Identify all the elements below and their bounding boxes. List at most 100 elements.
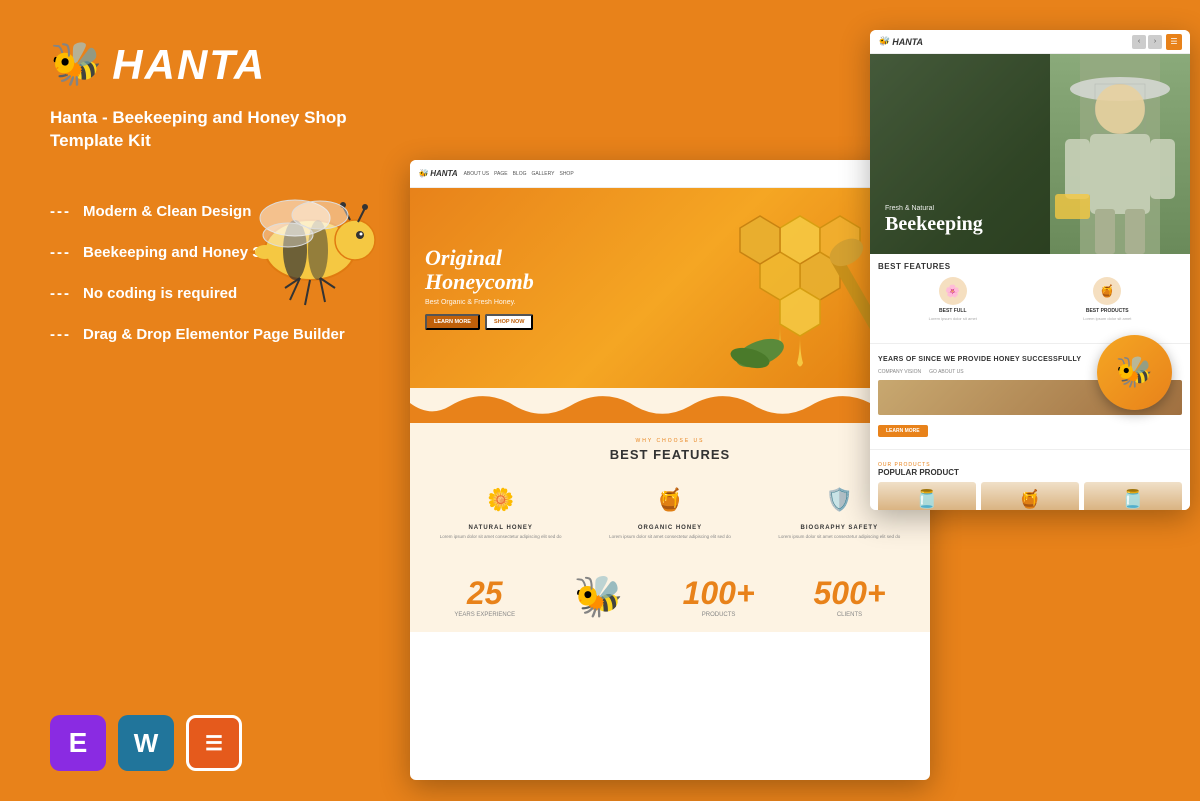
wordpress-icon: W <box>134 728 159 759</box>
screenshot-secondary: 🐝 HANTA ‹ › ☰ <box>870 30 1190 510</box>
feature-dash: --- <box>50 285 71 302</box>
ss-products-section: OUR PRODUCTS POPULAR PRODUCT 🫙 BLACK GIN… <box>870 456 1190 510</box>
ms-hero-buttons: LEARN MORE SHOP NOW <box>425 314 534 330</box>
ss-learn-button[interactable]: LEARN MORE <box>878 425 928 437</box>
ss-nav-logo: 🐝 HANTA <box>878 36 923 47</box>
ms-feature-name-2: ORGANIC HONEY <box>593 525 746 531</box>
right-panel: 🐝 HANTA ‹ › ☰ <box>390 0 1200 801</box>
ms-nav-link-4[interactable]: GALLERY <box>532 171 555 177</box>
ms-feature-card-1: 🌼 NATURAL HONEY Lorem ipsum dolor sit am… <box>420 474 581 546</box>
elementor-badge: E <box>50 715 106 771</box>
ms-stat-2: 100+ PRODUCTS <box>683 575 755 618</box>
ss-products-title: POPULAR PRODUCT <box>878 468 1182 477</box>
ss-feature-desc-1: Lorem ipsum dolor sit amet <box>878 316 1028 321</box>
prev-arrow[interactable]: ‹ <box>1132 35 1146 49</box>
ss-section-title: BEST FEATURES <box>878 262 1182 271</box>
ss-navbar: 🐝 HANTA ‹ › ☰ <box>870 30 1190 54</box>
ms-stat-bee: 🐝 <box>574 573 624 620</box>
ss-products-grid: 🫙 BLACK GINGER HONEY 🍯 CLASSIC HONEY 🫙 O… <box>878 482 1182 510</box>
feature-item: --- Drag & Drop Elementor Page Builder <box>50 326 350 343</box>
ms-feature-icon-2: 🍯 <box>650 480 690 520</box>
ms-feature-icon-3: 🛡️ <box>819 480 859 520</box>
logo-text: HANTA <box>112 41 266 89</box>
bee-illustration <box>210 150 410 320</box>
ms-nav-link-2[interactable]: PAGE <box>494 171 508 177</box>
next-arrow[interactable]: › <box>1148 35 1162 49</box>
feature-dash: --- <box>50 203 71 220</box>
ss-product-card-1: 🫙 BLACK GINGER HONEY <box>878 482 976 510</box>
ss-link-2[interactable]: GO ABOUT US <box>929 369 963 375</box>
ms-features-grid: 🌼 NATURAL HONEY Lorem ipsum dolor sit am… <box>420 474 920 546</box>
ss-feature-item: 🌸 BEST FULL Lorem ipsum dolor sit amet <box>878 277 1028 321</box>
ss-divider-2 <box>870 449 1190 450</box>
ms-stat-label-3: CLIENTS <box>813 612 885 618</box>
ss-feature-icon-1: 🌸 <box>939 277 967 305</box>
ss-feature-icon-2: 🍯 <box>1093 277 1121 305</box>
ms-stat-number-1: 25 <box>454 575 515 612</box>
left-panel: 🐝 HANTA Hanta - Beekeeping and Honey Sho… <box>0 0 390 801</box>
ss-features-grid: 🌸 BEST FULL Lorem ipsum dolor sit amet 🍯… <box>878 277 1182 321</box>
ss-product-card-2: 🍯 CLASSIC HONEY <box>981 482 1079 510</box>
ms-nav-link-1[interactable]: ABOUT US <box>464 171 489 177</box>
ss-nav-right: ‹ › ☰ <box>1132 34 1182 50</box>
ss-hero: Fresh & Natural Beekeeping <box>870 54 1190 254</box>
ss-feature-name-2: BEST PRODUCTS <box>1033 308 1183 314</box>
ms-nav-links: ABOUT US PAGE BLOG GALLERY SHOP <box>464 171 574 177</box>
bee-logo-icon: 🐝 <box>50 40 102 89</box>
ms-stat-label-2: PRODUCTS <box>683 612 755 618</box>
ms-feature-name-3: BIOGRAPHY SAFETY <box>763 525 916 531</box>
elementor-icon: E <box>69 729 88 757</box>
ms-feature-icon-1: 🌼 <box>481 480 521 520</box>
main-container: 🐝 HANTA Hanta - Beekeeping and Honey Sho… <box>0 0 1200 801</box>
ms-hero-subtitle: Best Organic & Fresh Honey. <box>425 299 534 306</box>
ss-feature-desc-2: Lorem ipsum dolor sit amet <box>1033 316 1183 321</box>
ms-drip-divider <box>410 388 930 423</box>
ss-hero-pre-text: Fresh & Natural <box>885 205 983 212</box>
screenshot-main: 🐝 HANTA ABOUT US PAGE BLOG GALLERY SHOP … <box>410 160 930 780</box>
ms-stat-label-1: YEARS EXPERIENCE <box>454 612 515 618</box>
ms-feature-desc-1: Lorem ipsum dolor sit amet consectetur a… <box>424 534 577 540</box>
ms-stat-1: 25 YEARS EXPERIENCE <box>454 575 515 618</box>
ms-hero-title: Original Honeycomb <box>425 246 534 294</box>
ms-feature-card-2: 🍯 ORGANIC HONEY Lorem ipsum dolor sit am… <box>589 474 750 546</box>
ss-hero-title: Beekeeping <box>885 214 983 234</box>
ss-nav-arrows: ‹ › <box>1132 35 1162 49</box>
ss-hero-content: Fresh & Natural Beekeeping <box>885 205 983 234</box>
ss-feature-name-1: BEST FULL <box>878 308 1028 314</box>
ms-feature-desc-2: Lorem ipsum dolor sit amet consectetur a… <box>593 534 746 540</box>
ms-nav-link-3[interactable]: BLOG <box>513 171 527 177</box>
ms-features-section: WHY CHOOSE US BEST FEATURES 🌼 NATURAL HO… <box>410 423 930 561</box>
ms-learn-btn[interactable]: LEARN MORE <box>425 314 480 330</box>
ss-content: BEST FEATURES 🌸 BEST FULL Lorem ipsum do… <box>870 254 1190 337</box>
title-line-1: Hanta - Beekeeping and Honey Shop <box>50 107 350 130</box>
ms-shop-btn[interactable]: SHOP NOW <box>485 314 533 330</box>
ms-hero-text: Original Honeycomb Best Organic & Fresh … <box>425 246 534 330</box>
ms-nav-logo: 🐝 HANTA <box>418 169 458 178</box>
ms-navbar: 🐝 HANTA ABOUT US PAGE BLOG GALLERY SHOP … <box>410 160 930 188</box>
ss-feature-item-2: 🍯 BEST PRODUCTS Lorem ipsum dolor sit am… <box>1033 277 1183 321</box>
title-block: Hanta - Beekeeping and Honey Shop Templa… <box>50 107 350 153</box>
bee-circle-badge: 🐝 <box>1097 335 1172 410</box>
divi-icon: ☰ <box>205 731 223 756</box>
ms-stats-section: 25 YEARS EXPERIENCE 🐝 100+ PRODUCTS 500+… <box>410 561 930 632</box>
ss-product-img-3: 🫙 <box>1084 482 1182 510</box>
ms-nav-link-5[interactable]: SHOP <box>559 171 573 177</box>
ms-stat-number-3: 500+ <box>813 575 885 612</box>
ms-hero: Original Honeycomb Best Organic & Fresh … <box>410 188 930 388</box>
ms-section-title: BEST FEATURES <box>420 447 920 462</box>
ms-section-label: WHY CHOOSE US <box>420 438 920 444</box>
ms-stat-number-2: 100+ <box>683 575 755 612</box>
ss-product-img-2: 🍯 <box>981 482 1079 510</box>
ss-product-card-3: 🫙 ORGANIC HONEY <box>1084 482 1182 510</box>
wordpress-badge: W <box>118 715 174 771</box>
feature-dash: --- <box>50 244 71 261</box>
badges-row: E W ☰ <box>50 695 350 771</box>
ss-link-1[interactable]: COMPANY VISION <box>878 369 921 375</box>
ss-beekeeper-silhouette <box>1050 54 1190 254</box>
feature-dash: --- <box>50 326 71 343</box>
ms-feature-name-1: NATURAL HONEY <box>424 525 577 531</box>
ss-product-img-1: 🫙 <box>878 482 976 510</box>
ms-feature-desc-3: Lorem ipsum dolor sit amet consectetur a… <box>763 534 916 540</box>
divi-badge: ☰ <box>186 715 242 771</box>
ss-menu-btn[interactable]: ☰ <box>1166 34 1182 50</box>
